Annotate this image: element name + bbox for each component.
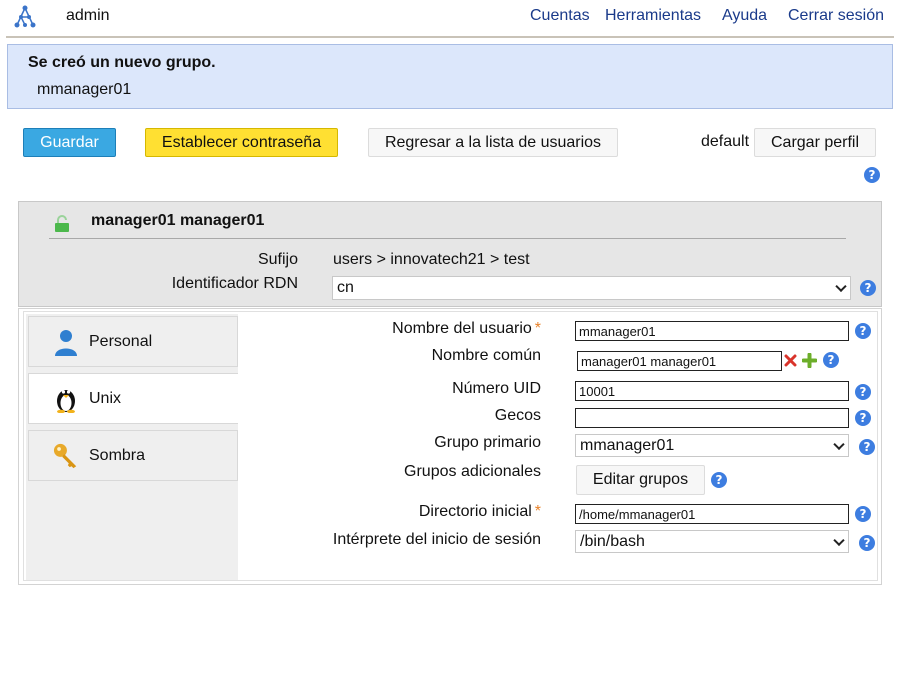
gecos-label: Gecos	[494, 407, 541, 424]
remove-icon[interactable]	[784, 354, 797, 367]
primary-group-select[interactable]: mmanager01	[575, 434, 849, 457]
primary-group-value: mmanager01	[580, 436, 675, 454]
key-icon	[53, 442, 79, 470]
tab-shadow[interactable]: Sombra	[28, 430, 238, 481]
rdn-select[interactable]: cn	[332, 276, 851, 300]
help-icon[interactable]: ?	[855, 384, 871, 400]
home-directory-label: Directorio inicial *	[418, 503, 541, 520]
info-message: Se creó un nuevo grupo. mmanager01	[7, 44, 893, 109]
nav-logout[interactable]: Cerrar sesión	[788, 7, 884, 25]
back-to-user-list-button[interactable]: Regresar a la lista de usuarios	[368, 128, 618, 157]
nav-accounts[interactable]: Cuentas	[530, 7, 590, 25]
required-mark: *	[534, 503, 541, 520]
top-divider	[6, 36, 894, 38]
common-name-input[interactable]: manager01 manager01	[577, 351, 782, 371]
set-password-button[interactable]: Establecer contraseña	[145, 128, 338, 157]
chevron-down-icon	[835, 280, 847, 293]
login-shell-value: /bin/bash	[580, 532, 645, 550]
help-icon[interactable]: ?	[859, 439, 875, 455]
login-shell-label: Intérprete del inicio de sesión	[332, 531, 541, 548]
common-name-label: Nombre común	[431, 347, 541, 364]
help-icon[interactable]: ?	[860, 280, 876, 296]
top-bar: admin Cuentas Herramientas Ayuda Cerrar …	[0, 0, 910, 36]
tab-shadow-label: Sombra	[89, 446, 146, 464]
nav-tools[interactable]: Herramientas	[605, 7, 701, 25]
login-shell-select[interactable]: /bin/bash	[575, 530, 849, 553]
tab-unix[interactable]: Unix	[28, 373, 238, 424]
help-icon[interactable]: ?	[859, 535, 875, 551]
suffix-value: users > innovatech21 > test	[333, 251, 530, 268]
tab-unix-label: Unix	[89, 389, 122, 407]
penguin-icon	[53, 385, 79, 413]
tab-list: Personal Unix Sombra	[26, 314, 238, 580]
header-divider	[49, 238, 846, 239]
save-button[interactable]: Guardar	[23, 128, 116, 157]
home-directory-input[interactable]: /home/mmanager01	[575, 504, 849, 524]
account-name: manager01 manager01	[91, 212, 265, 229]
help-icon[interactable]: ?	[855, 323, 871, 339]
tab-personal[interactable]: Personal	[28, 316, 238, 367]
user-icon	[53, 328, 79, 356]
help-icon[interactable]: ?	[855, 506, 871, 522]
help-icon[interactable]: ?	[864, 167, 880, 183]
rdn-select-value: cn	[337, 279, 354, 296]
message-body: mmanager01	[37, 81, 132, 98]
rdn-label: Identificador RDN	[171, 275, 298, 292]
username-label: Nombre del usuario *	[392, 320, 541, 337]
lock-open-icon	[55, 215, 69, 232]
help-icon[interactable]: ?	[855, 410, 871, 426]
suffix-label: Sufijo	[257, 251, 298, 268]
chevron-down-icon	[833, 534, 845, 546]
edit-groups-button[interactable]: Editar grupos	[576, 465, 705, 495]
additional-groups-label: Grupos adicionales	[404, 463, 541, 480]
help-icon[interactable]: ?	[823, 352, 839, 368]
current-user: admin	[66, 7, 110, 24]
help-icon[interactable]: ?	[711, 472, 727, 488]
gecos-input[interactable]	[575, 408, 849, 428]
tab-personal-label: Personal	[89, 332, 153, 350]
required-mark: *	[534, 320, 541, 337]
username-input[interactable]: mmanager01	[575, 321, 849, 341]
uid-input[interactable]: 10001	[575, 381, 849, 401]
message-title: Se creó un nuevo grupo.	[28, 54, 216, 71]
nav-help[interactable]: Ayuda	[722, 7, 767, 25]
chevron-down-icon	[833, 438, 845, 450]
add-icon[interactable]	[802, 353, 817, 368]
uid-label: Número UID	[452, 380, 541, 397]
primary-group-label: Grupo primario	[434, 434, 541, 451]
account-header: manager01 manager01 Sufijo users > innov…	[18, 201, 882, 307]
profile-name: default	[701, 133, 750, 150]
load-profile-button[interactable]: Cargar perfil	[754, 128, 876, 157]
app-logo-icon[interactable]	[12, 5, 38, 29]
